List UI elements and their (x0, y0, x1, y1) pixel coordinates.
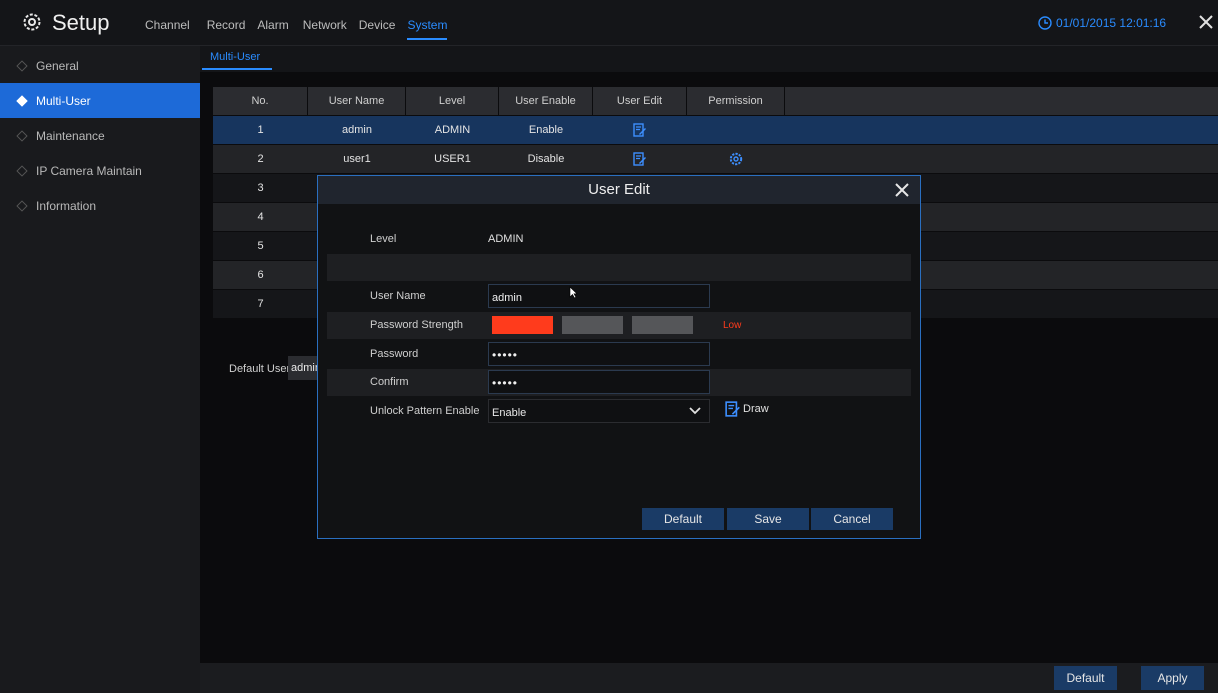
username-field[interactable]: admin (488, 284, 710, 308)
strength-bar-1 (492, 316, 553, 334)
default-user-label: Default User (229, 363, 291, 375)
level-label: Level (370, 233, 397, 245)
row-number: 1 (257, 124, 264, 136)
menu-network[interactable]: Network (303, 18, 347, 40)
user-edit-dialog: User Edit Level ADMIN User Name admin Pa… (317, 175, 921, 539)
password-label: Password (370, 348, 419, 360)
diamond-icon (16, 199, 28, 212)
datetime-display: 01/01/2015 12:01:16 (1038, 16, 1166, 30)
row-number: 4 (257, 211, 264, 223)
dialog-header: User Edit (318, 176, 920, 204)
clock-icon (1038, 16, 1052, 30)
strength-bar-3 (632, 316, 693, 334)
sidebar-item-maintenance[interactable]: Maintenance (0, 118, 200, 153)
strength-bar-2 (562, 316, 623, 334)
row-number: 3 (257, 182, 264, 194)
user-enable: Disable (527, 153, 565, 165)
unlock-pattern-row: Unlock Pattern Enable Enable Draw (327, 398, 911, 425)
sidebar-item-label: Maintenance (36, 128, 105, 143)
column-header: Level (406, 87, 499, 115)
close-icon[interactable] (1197, 13, 1215, 31)
confirm-password-field[interactable]: ••••• (488, 370, 710, 394)
column-header: User Enable (499, 87, 593, 115)
user-enable: Enable (528, 124, 564, 136)
row-number: 5 (257, 240, 264, 252)
confirm-row: Confirm ••••• (327, 369, 911, 396)
edit-icon (725, 401, 740, 417)
edit-icon[interactable] (633, 123, 647, 137)
tab-multi-user[interactable]: Multi-User (210, 51, 272, 70)
column-header: User Name (308, 87, 406, 115)
sidebar-item-information[interactable]: Information (0, 188, 200, 223)
user-level: ADMIN (434, 124, 471, 136)
top-bar: Setup Channel Record Alarm Network Devic… (0, 0, 1218, 46)
row-number: 2 (257, 153, 264, 165)
sidebar-item-label: Multi-User (36, 93, 91, 108)
column-header: No. (213, 87, 308, 115)
password-field[interactable]: ••••• (488, 342, 710, 366)
row-number: 7 (257, 298, 264, 310)
username-label: User Name (370, 290, 426, 302)
edit-icon[interactable] (633, 152, 647, 166)
username-row: User Name admin (327, 283, 911, 310)
password-strength-row: Password Strength Low (327, 312, 911, 339)
dialog-save-button[interactable]: Save (727, 508, 809, 530)
row-number: 6 (257, 269, 264, 281)
main-menu: Channel Record Alarm Network Device Syst… (145, 18, 447, 40)
dialog-default-button[interactable]: Default (642, 508, 724, 530)
sidebar-item-ip-camera-maintain[interactable]: IP Camera Maintain (0, 153, 200, 188)
menu-record[interactable]: Record (207, 18, 246, 40)
subtab-bar: Multi-User (200, 46, 1218, 72)
unlock-pattern-select[interactable]: Enable (488, 399, 710, 423)
sidebar-item-label: Information (36, 198, 97, 213)
password-strength-label: Password Strength (370, 319, 463, 331)
spacer-row (327, 254, 911, 281)
user-name: admin (342, 124, 372, 136)
table-row[interactable]: 1 admin ADMIN Enable (213, 116, 1218, 145)
sidebar-item-label: IP Camera Maintain (36, 163, 142, 178)
unlock-pattern-value: Enable (492, 407, 527, 419)
draw-label: Draw (743, 403, 769, 415)
level-value: ADMIN (488, 233, 524, 245)
password-row: Password ••••• (327, 341, 911, 368)
apply-button[interactable]: Apply (1141, 666, 1204, 690)
menu-system[interactable]: System (407, 18, 447, 40)
table-row[interactable]: 2 user1 USER1 Disable (213, 145, 1218, 174)
default-button[interactable]: Default (1054, 666, 1117, 690)
confirm-label: Confirm (370, 376, 409, 388)
unlock-pattern-label: Unlock Pattern Enable (370, 405, 480, 417)
level-row: Level ADMIN (327, 226, 911, 253)
password-strength-value: Low (723, 320, 742, 331)
user-level: USER1 (434, 153, 471, 165)
sidebar-item-general[interactable]: General (0, 48, 200, 83)
diamond-icon (16, 129, 28, 142)
permission-gear-icon[interactable] (729, 152, 743, 166)
menu-channel[interactable]: Channel (145, 18, 190, 40)
draw-button[interactable]: Draw (725, 401, 769, 417)
column-header: User Edit (593, 87, 687, 115)
app-title: Setup (52, 10, 110, 35)
mouse-cursor-icon (569, 286, 578, 299)
gear-icon (23, 13, 41, 31)
dialog-cancel-button[interactable]: Cancel (811, 508, 893, 530)
close-icon[interactable] (892, 180, 912, 200)
diamond-icon (16, 59, 28, 72)
diamond-icon (16, 94, 28, 107)
bottom-bar: Default Apply (200, 663, 1218, 693)
user-name: user1 (343, 153, 371, 165)
column-header: Permission (687, 87, 785, 115)
menu-alarm[interactable]: Alarm (257, 18, 288, 40)
datetime-text: 01/01/2015 12:01:16 (1056, 16, 1167, 30)
chevron-down-icon (689, 407, 701, 415)
table-header: No. User Name Level User Enable User Edi… (213, 87, 1218, 116)
sidebar: General Multi-User Maintenance IP Camera… (0, 46, 200, 693)
sidebar-item-multi-user[interactable]: Multi-User (0, 83, 200, 118)
sidebar-item-label: General (36, 58, 79, 73)
diamond-icon (16, 164, 28, 177)
dialog-title: User Edit (588, 181, 650, 198)
default-user-select[interactable]: admin (288, 356, 318, 380)
menu-device[interactable]: Device (359, 18, 396, 40)
